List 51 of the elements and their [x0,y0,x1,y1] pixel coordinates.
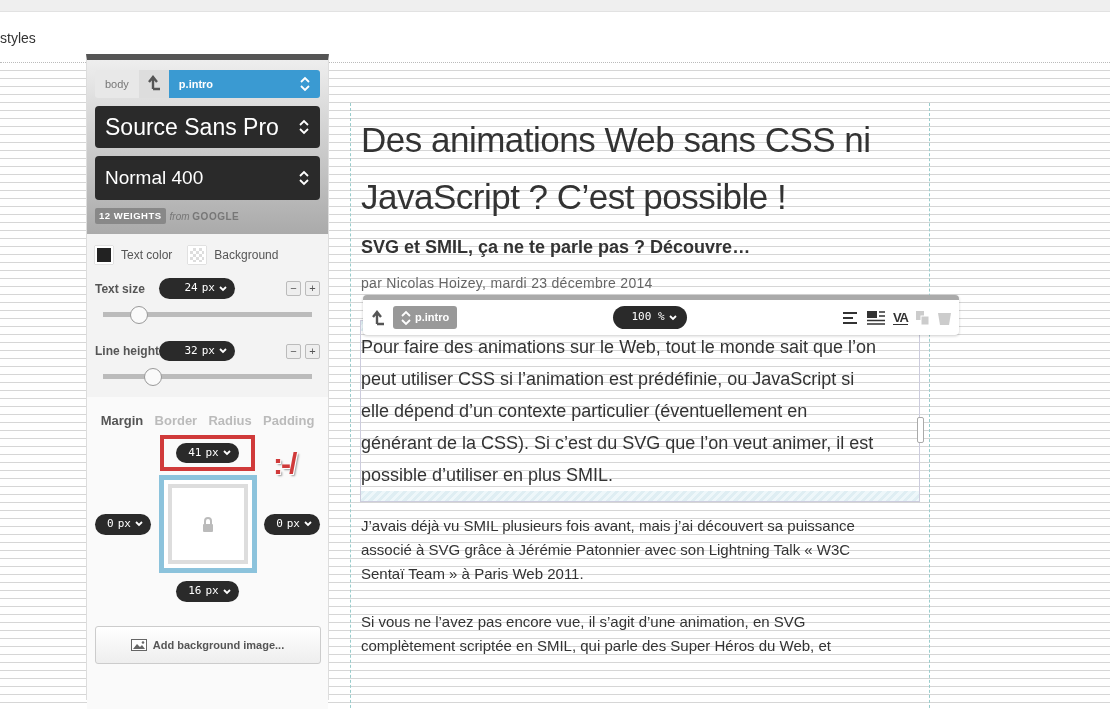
parent-arrow-icon[interactable] [371,309,385,326]
lock-icon[interactable] [201,516,214,532]
value-dropdown[interactable]: 24 px [159,278,235,299]
up-down-chevron-icon [298,119,310,135]
zoom-dropdown[interactable]: 100 % [613,306,687,329]
increment-button[interactable]: + [305,281,320,296]
chevron-down-icon [219,285,227,292]
font-family-select[interactable]: Source Sans Pro [95,106,320,148]
weights-badge: 12 WEIGHTS [95,208,166,225]
image-icon [130,638,147,651]
value-dropdown[interactable]: 0 px [95,514,151,535]
up-down-chevron-icon [401,309,411,326]
chevron-down-icon [222,450,231,456]
letter-spacing-button[interactable]: VA [892,310,908,325]
value-dropdown[interactable]: 0 px [264,514,320,535]
up-down-chevron-icon [300,76,310,92]
slider-label: Text size [95,280,146,298]
chevron-down-icon [219,348,227,354]
add-background-button[interactable]: Add background image... [94,625,321,664]
page-heading: styles [0,30,36,46]
font-weight-select[interactable]: Normal 400 [95,156,320,200]
chevron-down-icon [134,521,143,528]
article-paragraph: Si vous ne l’avez pas encore vue, il s’agit d’une animation, en SVG complètement scriptée en SMIL, qui parle des Super Héros du Web, et [361,611,832,656]
chevron-down-icon [222,588,231,595]
text-wrap-icon[interactable] [866,310,885,325]
slider-thumb[interactable] [144,368,163,387]
swatch-label: Text color [121,247,173,265]
chevron-down-icon [304,521,312,528]
intro-paragraph: Pour faire des animations sur le Web, tout le monde sait que l’on peut utiliser CSS si l’animation est prédéfinie, ou JavaScript si elle dépend d’un contexte particulier (éventuellement en générant de la CSS). Si c’est du SVG que l’on veut animer, il est possible d’utiliser en plus SMIL. [361,335,877,487]
parent-arrow-icon[interactable] [146,75,161,92]
slider-label: Line height [95,343,159,360]
article-title: Des animations Web sans CSS ni JavaScript ? C’est possible ! [361,119,872,218]
value-dropdown[interactable]: 16 px [176,581,239,602]
article-byline: par Nicolas Hoizey, mardi 23 décembre 2014 [361,273,654,293]
article-subtitle: SVG et SMIL, ça ne te parle pas ? Découvre… [361,237,752,259]
slider-thumb[interactable] [129,305,148,324]
resize-handle[interactable] [917,417,924,443]
chevron-down-icon [668,314,677,321]
box-tab[interactable]: Margin [100,411,144,431]
value-dropdown[interactable]: 32 px [159,340,235,362]
decrement-button[interactable]: − [286,281,301,296]
swatch-label: Background [214,247,279,265]
transparent-swatch[interactable] [188,246,207,265]
value-dropdown[interactable]: 41 px [176,442,239,464]
emoticon: :-/ [273,445,296,482]
color-swatch[interactable] [95,246,113,265]
increment-button[interactable]: + [305,343,320,359]
up-down-chevron-icon [298,170,310,186]
align-left-icon[interactable] [842,311,859,324]
decrement-button[interactable]: − [286,343,301,359]
article-paragraph: J’avais déjà vu SMIL plusieurs fois avant, mais j’ai découvert sa puissance associé à SVG grâce à Jérémie Patonnier avec son Lightning Talk « W3C Sentaï Team » à Paris Web 2011. [361,515,856,584]
